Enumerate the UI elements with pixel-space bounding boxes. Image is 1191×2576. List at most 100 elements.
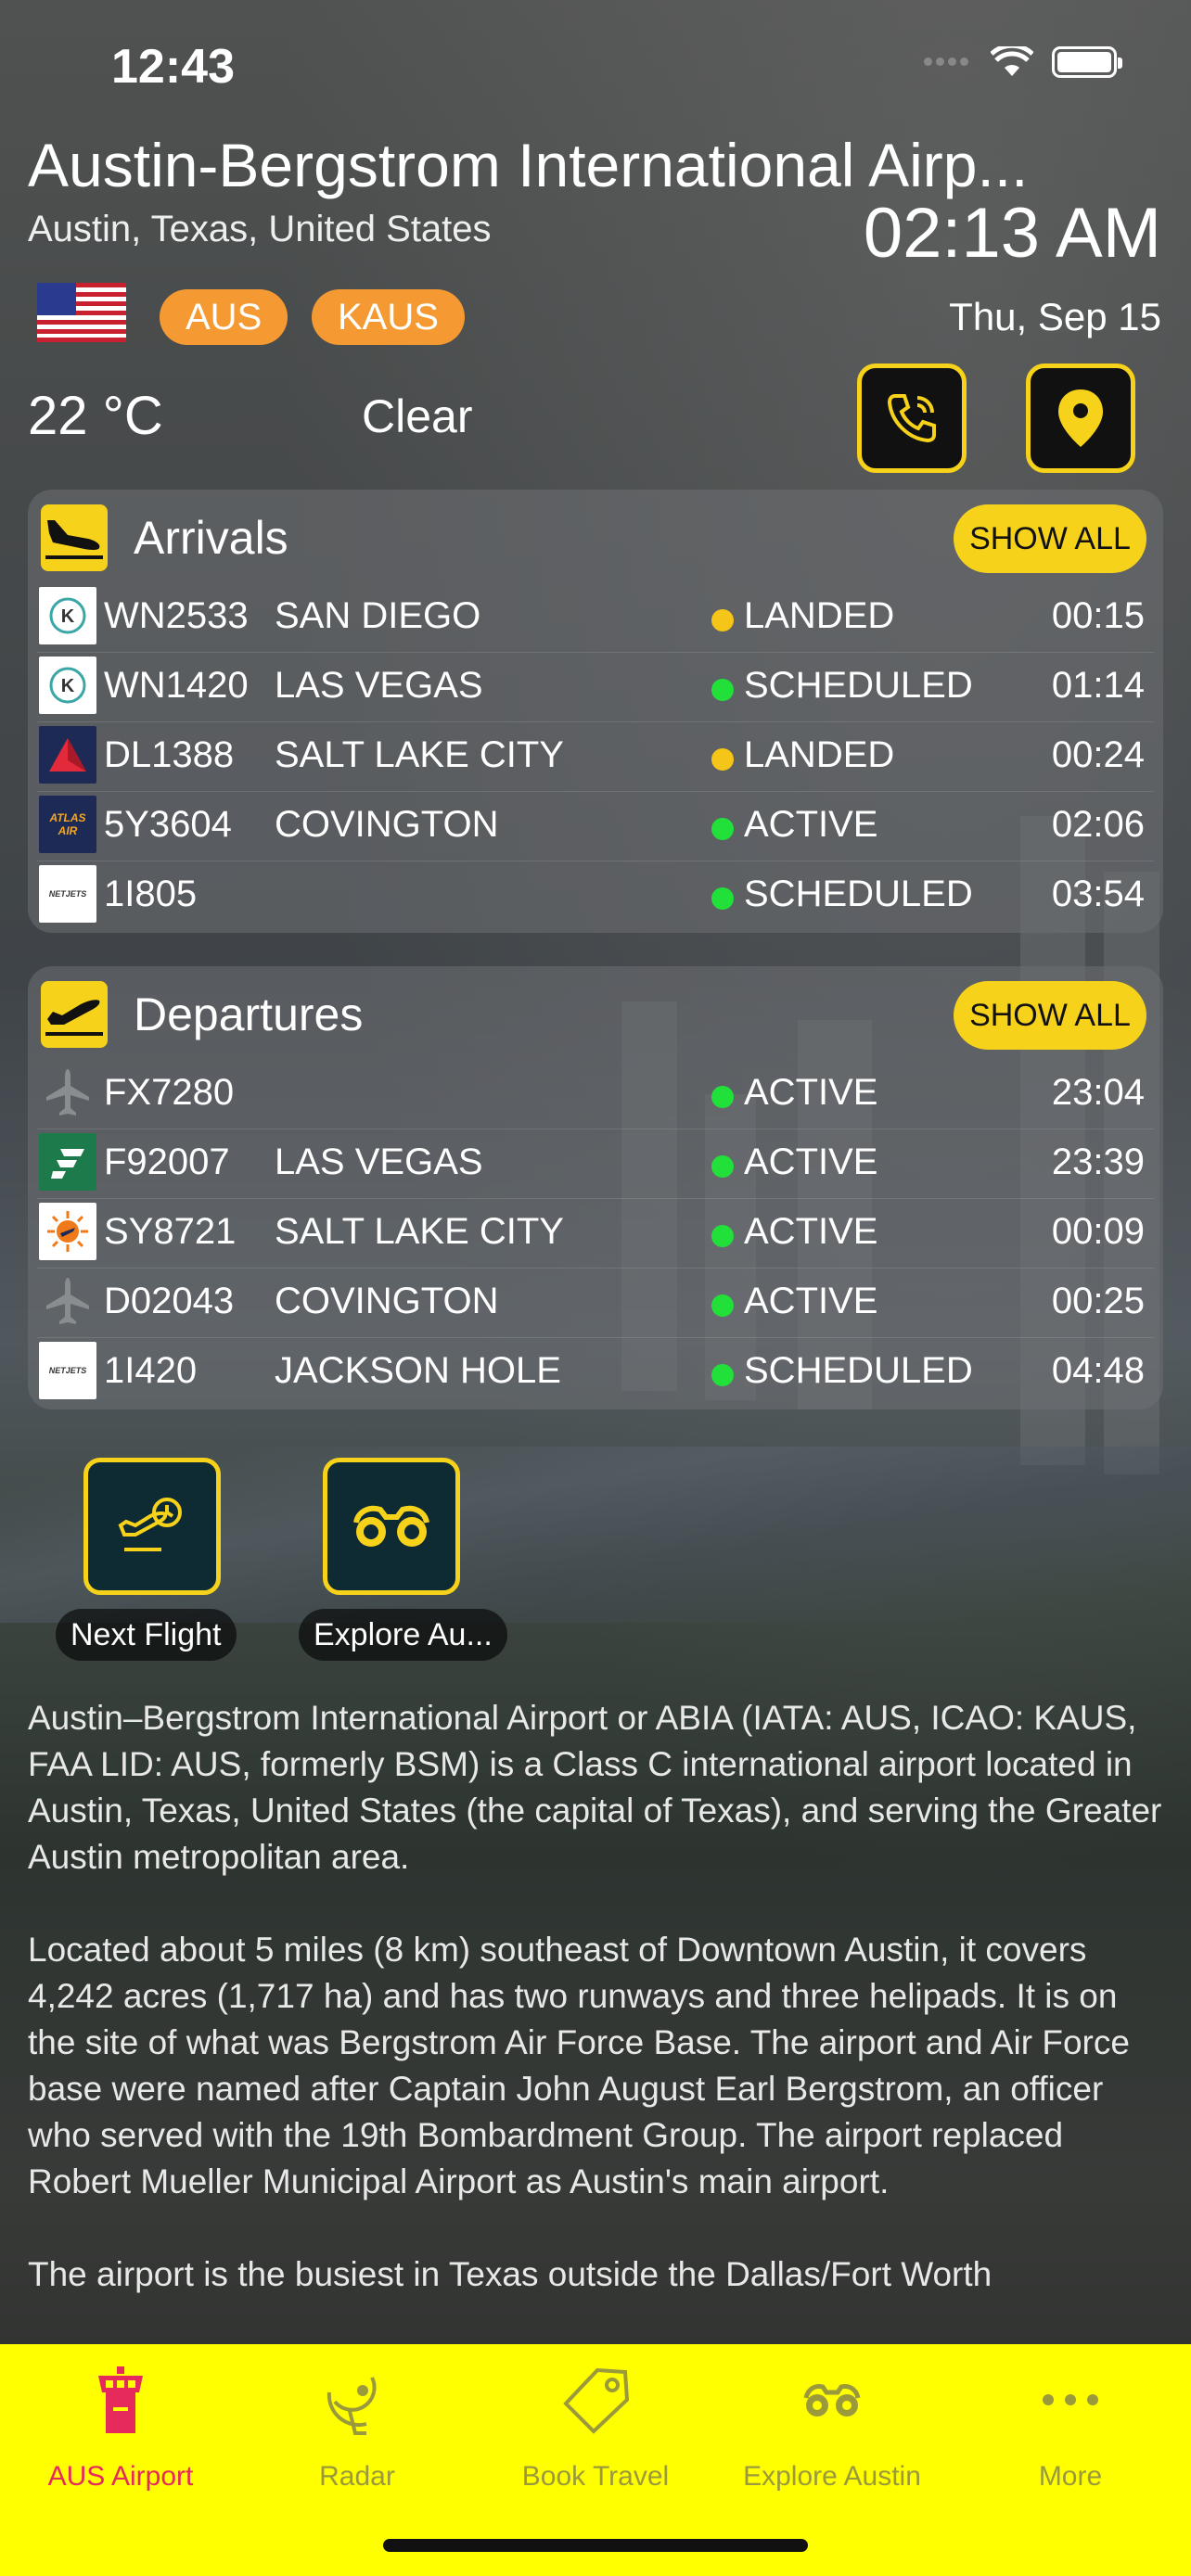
k-icon: K xyxy=(39,587,96,644)
iata-badge: AUS xyxy=(160,289,288,345)
tab-label: Radar xyxy=(319,2461,395,2492)
arrivals-title: Arrivals xyxy=(134,512,288,564)
flight-city: SALT LAKE CITY xyxy=(275,734,564,775)
delta-icon xyxy=(39,726,96,784)
tab-label: More xyxy=(1038,2461,1103,2492)
local-time: 02:13 AM xyxy=(863,194,1161,273)
flight-status: ACTIVE xyxy=(744,1141,878,1182)
control-tower-icon xyxy=(98,2366,143,2433)
flight-time: 00:24 xyxy=(1051,734,1145,775)
flight-row[interactable]: K WN1420 LAS VEGAS SCHEDULED 01:14 xyxy=(37,652,1154,722)
flight-row[interactable]: D02043 COVINGTON ACTIVE 00:25 xyxy=(37,1268,1154,1338)
flight-time: 23:04 xyxy=(1051,1072,1145,1113)
status-dot xyxy=(711,1225,734,1247)
arrivals-show-all-button[interactable]: SHOW ALL xyxy=(954,504,1146,573)
description-paragraph: Located about 5 miles (8 km) southeast o… xyxy=(28,1931,1130,2200)
flight-city: SAN DIEGO xyxy=(275,595,481,636)
plane-icon xyxy=(39,1064,96,1121)
flight-row[interactable]: DL1388 SALT LAKE CITY LANDED 00:24 xyxy=(37,721,1154,792)
tab-radar[interactable]: Radar xyxy=(238,2344,476,2502)
us-flag-icon xyxy=(37,283,126,342)
departures-show-all-button[interactable]: SHOW ALL xyxy=(954,981,1146,1050)
flight-number: F92007 xyxy=(104,1141,230,1182)
airport-name: Austin-Bergstrom International Airp... xyxy=(28,131,1029,199)
description-paragraph: The airport is the busiest in Texas outs… xyxy=(28,2255,992,2293)
flight-row[interactable]: K WN2533 SAN DIEGO LANDED 00:15 xyxy=(37,582,1154,653)
flight-row[interactable]: SY8721 SALT LAKE CITY ACTIVE 00:09 xyxy=(37,1198,1154,1269)
status-bar: 12:43 xyxy=(0,0,1191,130)
binoculars-icon xyxy=(353,1505,429,1547)
next-flight-button[interactable] xyxy=(83,1458,221,1595)
flight-city: LAS VEGAS xyxy=(275,665,483,706)
tab-label: AUS Airport xyxy=(47,2461,194,2492)
flight-number: WN2533 xyxy=(104,595,249,636)
tab-label: Book Travel xyxy=(521,2461,670,2492)
flight-time: 00:09 xyxy=(1051,1211,1145,1252)
flight-number: 1I420 xyxy=(104,1350,198,1391)
flight-number: 1I805 xyxy=(104,874,198,914)
svg-text:K: K xyxy=(61,606,75,627)
status-dot xyxy=(711,1294,734,1317)
battery-icon xyxy=(1052,46,1122,78)
flight-time: 23:39 xyxy=(1051,1141,1145,1182)
status-dot xyxy=(711,1155,734,1178)
flight-status: LANDED xyxy=(744,595,895,636)
flight-number: DL1388 xyxy=(104,734,235,775)
description-paragraph: Austin–Bergstrom International Airport o… xyxy=(28,1699,1162,1876)
tab-book-travel[interactable]: Book Travel xyxy=(477,2344,714,2502)
flight-row[interactable]: F92007 LAS VEGAS ACTIVE 23:39 xyxy=(37,1129,1154,1199)
plane-icon xyxy=(39,1272,96,1330)
status-dot xyxy=(711,679,734,701)
flight-time: 03:54 xyxy=(1051,874,1145,914)
airport-location: Austin, Texas, United States xyxy=(28,209,492,249)
netjets-icon: NETJETS xyxy=(39,1342,96,1399)
flight-status: SCHEDULED xyxy=(744,665,973,706)
phone-icon xyxy=(887,394,936,443)
status-time: 12:43 xyxy=(111,40,235,94)
flight-city: SALT LAKE CITY xyxy=(275,1211,564,1252)
home-indicator xyxy=(383,2539,808,2552)
flight-city: LAS VEGAS xyxy=(275,1141,483,1182)
tab-label: Explore Austin xyxy=(743,2461,921,2492)
explore-label: Explore Au... xyxy=(299,1609,507,1661)
location-button[interactable] xyxy=(1026,363,1135,473)
k-icon: K xyxy=(39,657,96,714)
next-flight-label: Next Flight xyxy=(56,1609,237,1661)
flight-time: 00:25 xyxy=(1051,1281,1145,1321)
call-button[interactable] xyxy=(857,363,967,473)
departures-title: Departures xyxy=(134,988,364,1040)
flight-row[interactable]: NETJETS 1I805 SCHEDULED 03:54 xyxy=(37,861,1154,930)
radar-icon xyxy=(327,2377,377,2435)
flight-time: 01:14 xyxy=(1051,665,1145,706)
tag-icon xyxy=(563,2367,630,2434)
flight-time: 00:15 xyxy=(1051,595,1145,636)
arrivals-panel: Arrivals SHOW ALL K WN2533 SAN DIEGO LANDED… xyxy=(28,490,1163,933)
flight-number: WN1420 xyxy=(104,665,249,706)
weather-condition: Clear xyxy=(362,390,473,442)
flight-row[interactable]: ATLAS AIR 5Y3604 COVINGTON ACTIVE 02:06 xyxy=(37,791,1154,861)
signal-icon xyxy=(924,54,972,70)
more-icon xyxy=(1043,2394,1098,2405)
plane-clock-icon xyxy=(118,1498,182,1551)
status-dot xyxy=(711,1364,734,1386)
status-dot xyxy=(711,609,734,631)
sun-country-icon xyxy=(39,1203,96,1260)
flight-status: SCHEDULED xyxy=(744,1350,973,1391)
local-date: Thu, Sep 15 xyxy=(949,295,1161,338)
flight-city: JACKSON HOLE xyxy=(275,1350,561,1391)
flight-time: 04:48 xyxy=(1051,1350,1145,1391)
departures-panel: Departures SHOW ALL FX7280 ACTIVE 23:04 F92… xyxy=(28,966,1163,1409)
arrival-plane-icon xyxy=(41,504,108,571)
tab-more[interactable]: More xyxy=(952,2344,1189,2502)
flight-city: COVINGTON xyxy=(275,1281,499,1321)
explore-button[interactable] xyxy=(323,1458,460,1595)
departure-plane-icon xyxy=(41,981,108,1048)
tab-explore-austin[interactable]: Explore Austin xyxy=(713,2344,951,2502)
flight-row[interactable]: FX7280 ACTIVE 23:04 xyxy=(37,1059,1154,1129)
svg-text:K: K xyxy=(61,676,75,696)
airport-description: Austin–Bergstrom International Airport o… xyxy=(28,1695,1163,2344)
flight-number: FX7280 xyxy=(104,1072,235,1113)
flight-number: D02043 xyxy=(104,1281,235,1321)
flight-row[interactable]: NETJETS 1I420 JACKSON HOLE SCHEDULED 04:48 xyxy=(37,1337,1154,1407)
tab-aus-airport[interactable]: AUS Airport xyxy=(2,2344,239,2502)
